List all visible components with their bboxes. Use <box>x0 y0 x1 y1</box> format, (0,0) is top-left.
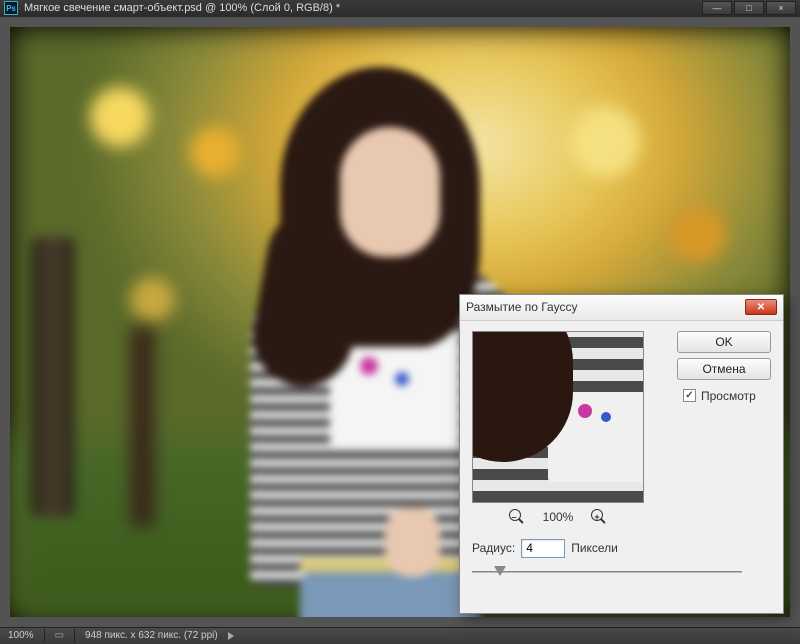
document-title: Мягкое свечение смарт-объект.psd @ 100% … <box>24 2 700 14</box>
radius-label: Радиус: <box>472 541 515 555</box>
preview-zoom-controls: – 100% + <box>472 509 644 525</box>
gaussian-blur-dialog: Размытие по Гауссу ✕ OK Отмена ✓ Просмот… <box>459 294 784 614</box>
dialog-close-button[interactable]: ✕ <box>745 299 777 315</box>
canvas-area: Размытие по Гауссу ✕ OK Отмена ✓ Просмот… <box>0 17 800 627</box>
preview-zoom-value: 100% <box>543 510 574 524</box>
statusbar: 100% ▭ 948 пикс. x 632 пикс. (72 ppi) <box>0 627 800 644</box>
plus-icon: + <box>594 513 599 522</box>
radius-unit-label: Пиксели <box>571 541 618 555</box>
zoom-out-button[interactable]: – <box>509 509 525 525</box>
radius-input[interactable] <box>521 539 565 558</box>
photoshop-window: Ps Мягкое свечение смарт-объект.psd @ 10… <box>0 0 800 644</box>
preview-checkbox[interactable]: ✓ <box>683 389 696 402</box>
close-icon: ✕ <box>757 302 765 313</box>
zoom-in-button[interactable]: + <box>591 509 607 525</box>
filter-preview[interactable] <box>472 331 644 503</box>
slider-track <box>472 571 742 573</box>
dialog-button-column: OK Отмена ✓ Просмотр <box>677 331 771 403</box>
cancel-button[interactable]: Отмена <box>677 358 771 380</box>
status-flyout-icon[interactable] <box>228 632 234 640</box>
ps-app-icon: Ps <box>4 1 18 15</box>
ok-button[interactable]: OK <box>677 331 771 353</box>
status-nav-icon[interactable]: ▭ <box>55 630 64 641</box>
slider-thumb[interactable] <box>494 566 506 576</box>
dialog-title-text: Размытие по Гауссу <box>466 300 745 314</box>
radius-slider[interactable] <box>472 564 742 580</box>
preview-checkbox-label: Просмотр <box>701 389 756 403</box>
status-zoom[interactable]: 100% <box>8 630 34 641</box>
close-window-button[interactable]: × <box>766 1 796 15</box>
maximize-button[interactable]: □ <box>734 1 764 15</box>
minus-icon: – <box>512 513 517 522</box>
minimize-button[interactable]: — <box>702 1 732 15</box>
dialog-titlebar[interactable]: Размытие по Гауссу ✕ <box>460 295 783 321</box>
dialog-body: OK Отмена ✓ Просмотр <box>460 321 783 613</box>
preview-image <box>473 332 643 502</box>
status-doc-info: 948 пикс. x 632 пикс. (72 ppi) <box>85 630 218 641</box>
titlebar[interactable]: Ps Мягкое свечение смарт-объект.psd @ 10… <box>0 0 800 17</box>
preview-checkbox-row[interactable]: ✓ Просмотр <box>677 389 771 403</box>
radius-row: Радиус: Пиксели <box>472 539 771 558</box>
